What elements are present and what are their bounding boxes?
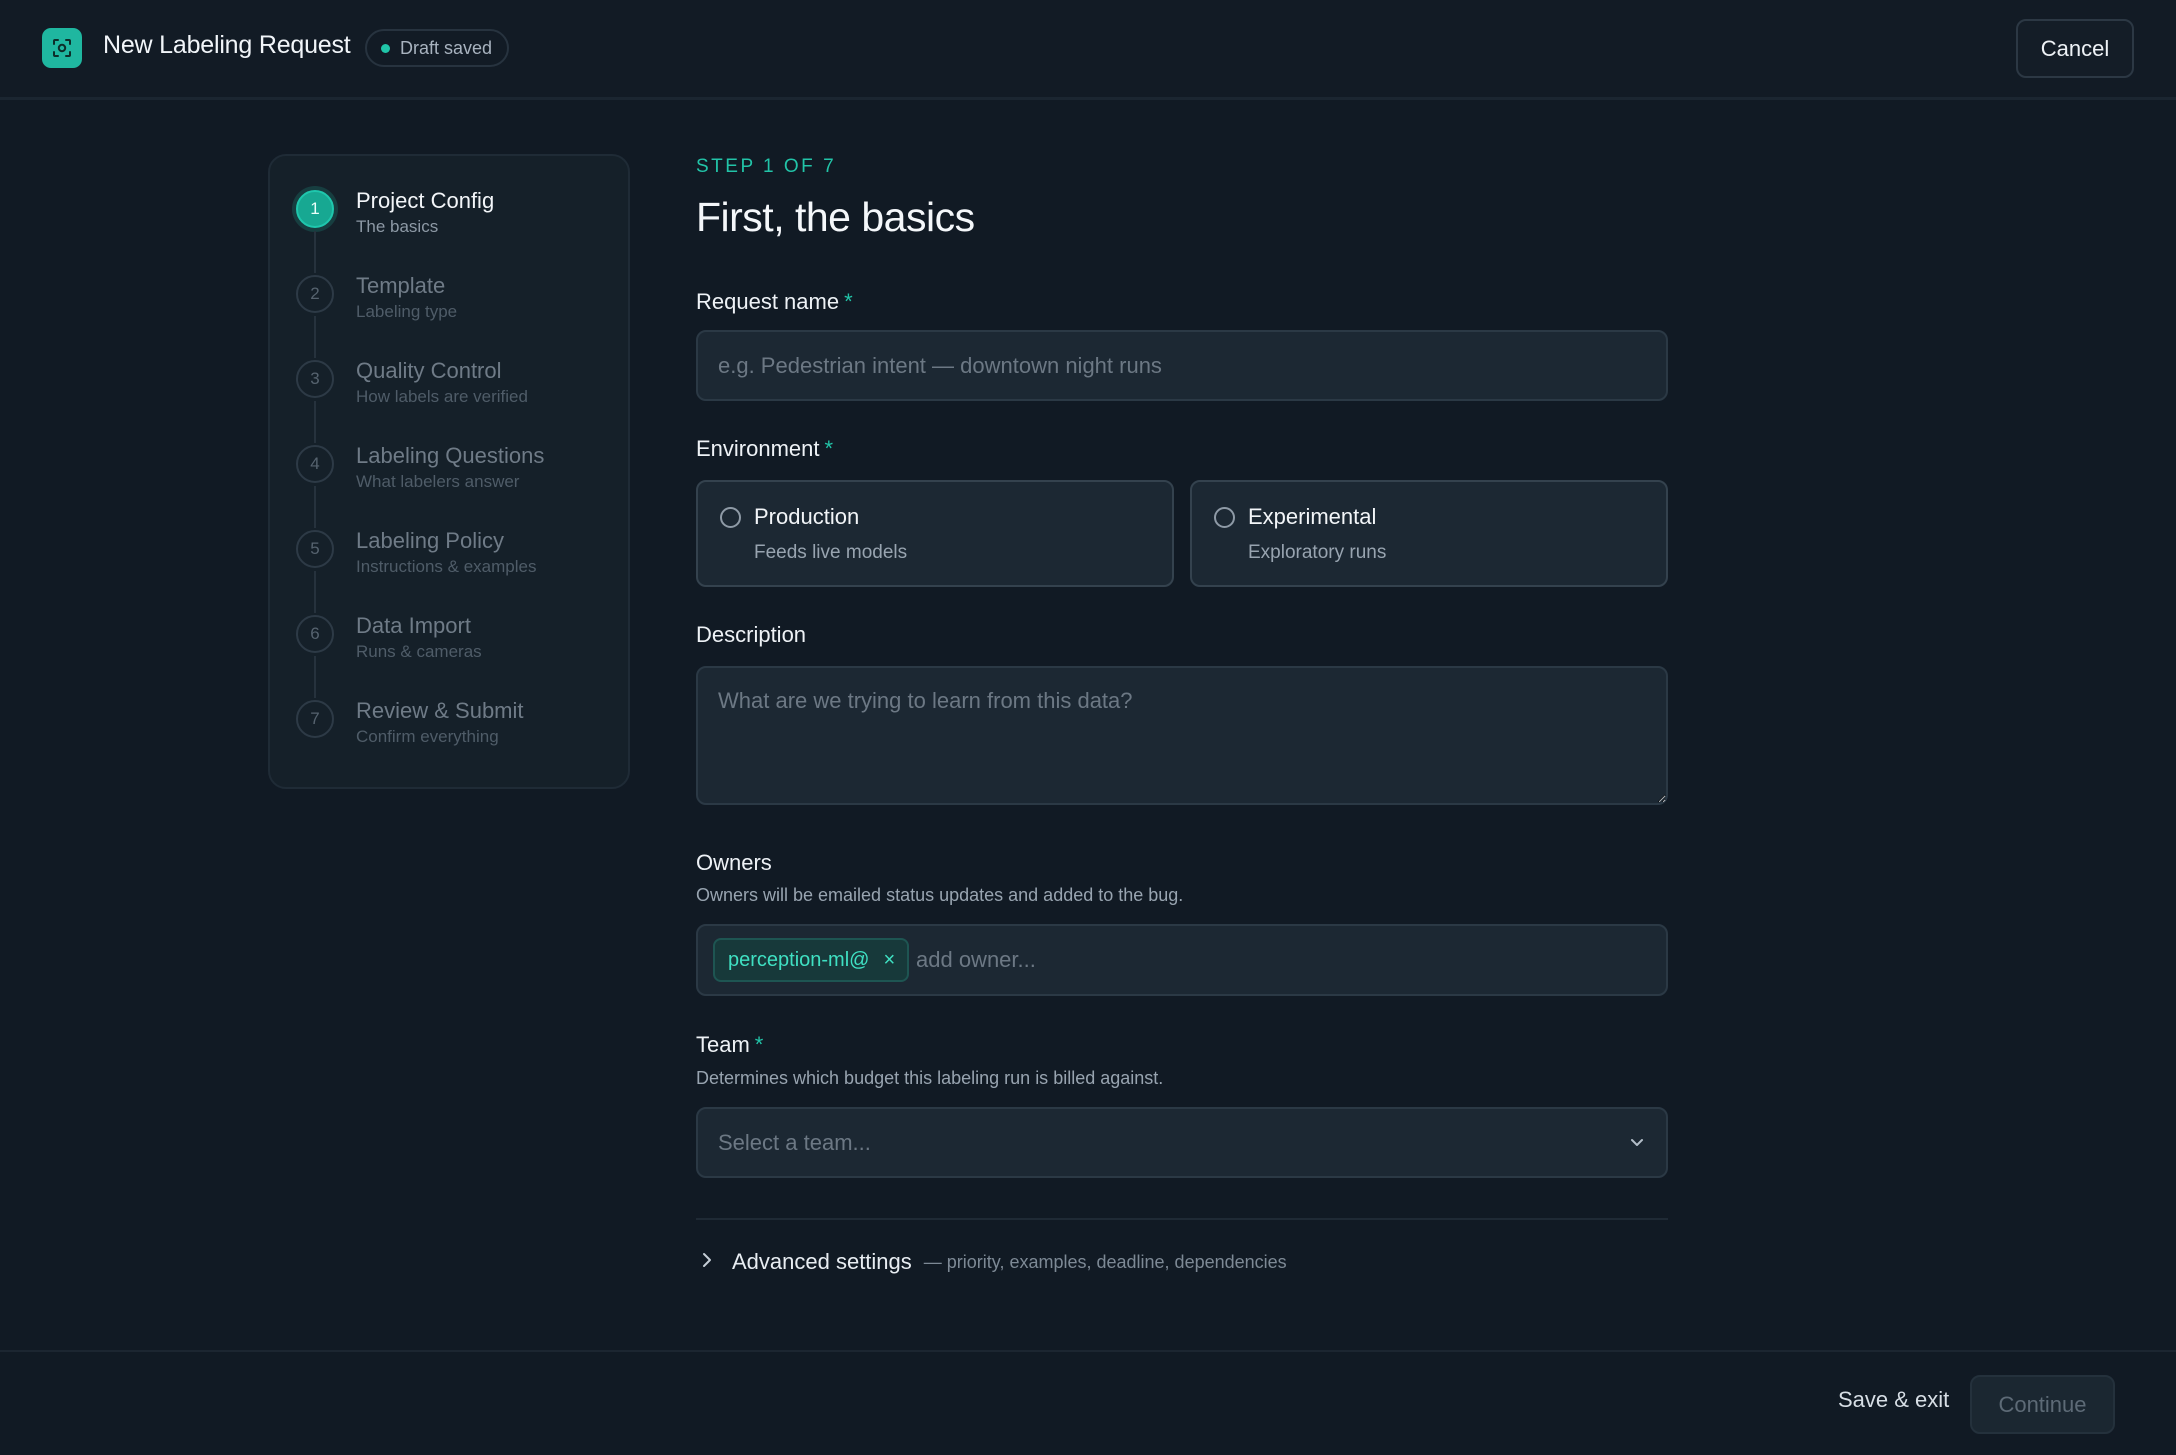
step-number-badge: 3	[296, 360, 334, 398]
step-title: Quality Control	[356, 358, 502, 383]
step-title: Project Config	[356, 188, 495, 213]
description-label: Description	[696, 622, 807, 647]
chevron-down-icon	[1628, 1133, 1646, 1156]
step-subtitle: Runs & cameras	[356, 642, 482, 661]
add-owner-input[interactable]	[916, 940, 1616, 980]
owner-chip: perception-ml@ ×	[713, 938, 910, 982]
team-label: Team *	[696, 1032, 763, 1058]
request-name-label: Request name *	[696, 289, 853, 315]
required-marker: *	[844, 289, 853, 314]
team-hint: Determines which budget this labeling ru…	[696, 1068, 1164, 1088]
chevron-right-icon	[696, 1250, 716, 1275]
step-title: Data Import	[356, 613, 471, 638]
step-labeling-questions[interactable]: 4 Labeling Questions What labelers answe…	[296, 443, 616, 530]
radio-button[interactable]	[1214, 507, 1235, 528]
draft-status-badge: Draft saved	[365, 29, 510, 67]
step-connector	[314, 231, 316, 273]
step-title: Review & Submit	[356, 698, 524, 723]
step-data-import[interactable]: 6 Data Import Runs & cameras	[296, 613, 616, 700]
team-label-text: Team	[696, 1032, 750, 1057]
step-project-config[interactable]: 1 Project Config The basics	[296, 188, 616, 275]
team-select-placeholder: Select a team...	[718, 1130, 871, 1155]
owners-hint: Owners will be emailed status updates an…	[696, 885, 1184, 905]
step-subtitle: How labels are verified	[356, 387, 528, 406]
section-divider	[696, 1218, 1668, 1220]
step-number-badge: 4	[296, 445, 334, 483]
step-review-submit[interactable]: 7 Review & Submit Confirm everything	[296, 698, 616, 785]
step-navigator: 1 Project Config The basics 2 Template L…	[268, 154, 630, 789]
option-subtitle: Feeds live models	[754, 542, 908, 563]
step-counter: STEP 1 OF 7	[696, 156, 837, 177]
advanced-settings-toggle[interactable]: Advanced settings — priority, examples, …	[696, 1245, 1287, 1279]
step-connector	[314, 486, 316, 528]
environment-label: Environment *	[696, 436, 833, 462]
page-title: New Labeling Request	[103, 31, 351, 59]
step-title: Labeling Policy	[356, 528, 504, 553]
status-dot-icon	[381, 43, 390, 53]
step-labeling-policy[interactable]: 5 Labeling Policy Instructions & example…	[296, 528, 616, 615]
app-header: New Labeling Request Draft saved Cancel	[0, 0, 2176, 100]
step-subtitle: Instructions & examples	[356, 557, 537, 576]
radio-button[interactable]	[720, 507, 741, 528]
step-quality-control[interactable]: 3 Quality Control How labels are verifie…	[296, 358, 616, 445]
save-exit-button[interactable]: Save & exit	[1838, 1387, 1949, 1413]
step-connector	[314, 401, 316, 443]
step-connector	[314, 316, 316, 358]
scan-icon	[42, 28, 82, 68]
step-number-badge: 7	[296, 700, 334, 738]
environment-option-experimental[interactable]: Experimental Exploratory runs	[1190, 480, 1668, 587]
step-number-badge: 2	[296, 275, 334, 313]
environment-option-production[interactable]: Production Feeds live models	[696, 480, 1174, 587]
step-number-badge: 1	[296, 190, 334, 228]
environment-label-text: Environment	[696, 436, 820, 461]
step-template[interactable]: 2 Template Labeling type	[296, 273, 616, 360]
option-title: Experimental	[1248, 504, 1377, 529]
step-subtitle: Labeling type	[356, 302, 458, 321]
team-select[interactable]: Select a team...	[696, 1107, 1668, 1178]
close-icon[interactable]: ×	[883, 950, 895, 970]
owner-chip-label: perception-ml@	[728, 948, 870, 971]
step-connector	[314, 656, 316, 698]
option-title: Production	[754, 504, 860, 529]
request-name-label-text: Request name	[696, 289, 840, 314]
step-number-badge: 5	[296, 530, 334, 568]
step-subtitle: What labelers answer	[356, 472, 520, 491]
step-number-badge: 6	[296, 615, 334, 653]
advanced-settings-title: Advanced settings	[732, 1249, 912, 1274]
description-textarea[interactable]	[696, 666, 1668, 805]
cancel-button[interactable]: Cancel	[2016, 19, 2134, 78]
step-title: Labeling Questions	[356, 443, 545, 468]
required-marker: *	[824, 436, 834, 461]
form-title: First, the basics	[696, 194, 975, 240]
advanced-settings-subtitle: — priority, examples, deadline, dependen…	[923, 1251, 1287, 1272]
owners-field[interactable]: perception-ml@ ×	[696, 924, 1668, 996]
step-connector	[314, 571, 316, 613]
draft-status-label: Draft saved	[400, 37, 493, 58]
required-marker: *	[754, 1032, 764, 1057]
owners-label: Owners	[696, 850, 772, 875]
step-subtitle: The basics	[356, 217, 439, 236]
continue-button[interactable]: Continue	[1970, 1375, 2115, 1434]
request-name-input[interactable]	[696, 330, 1668, 401]
action-footer: Save & exit Continue	[0, 1350, 2176, 1455]
step-title: Template	[356, 273, 446, 298]
step-subtitle: Confirm everything	[356, 727, 499, 746]
option-subtitle: Exploratory runs	[1248, 542, 1387, 563]
